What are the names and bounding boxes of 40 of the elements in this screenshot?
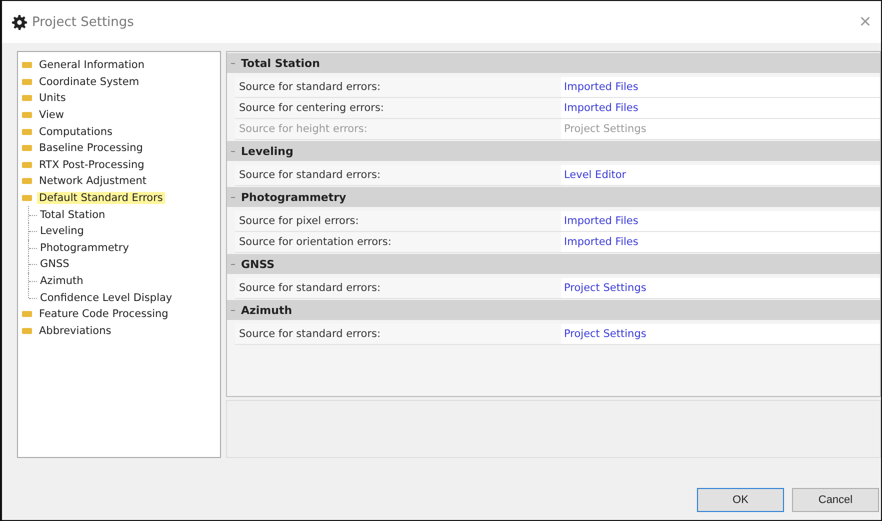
property-value[interactable]: Project Settings: [561, 278, 880, 298]
property-value[interactable]: Imported Files: [561, 77, 880, 97]
tree-item[interactable]: General Information: [37, 59, 146, 72]
tree-item[interactable]: Leveling: [38, 225, 86, 238]
property-value[interactable]: Imported Files: [561, 98, 880, 118]
section-title: GNSS: [241, 258, 275, 270]
section-header[interactable]: GNSS: [227, 254, 880, 274]
section-header[interactable]: Leveling: [227, 141, 880, 161]
tree-item[interactable]: Feature Code Processing: [37, 308, 170, 320]
section-title: Total Station: [241, 56, 320, 70]
tree-item[interactable]: Coordinate System: [37, 76, 142, 88]
tree-item[interactable]: Units: [37, 92, 68, 104]
tree-item[interactable]: Total Station: [38, 208, 108, 221]
tree-item[interactable]: RTX Post-Processing: [37, 158, 146, 171]
ok-button[interactable]: OK: [697, 488, 784, 512]
property-value[interactable]: Imported Files: [561, 211, 880, 231]
tree-item[interactable]: Abbreviations: [37, 324, 114, 337]
tree-item[interactable]: Computations: [37, 126, 114, 138]
folder-icon: [22, 195, 32, 202]
tree-item[interactable]: Confidence Level Display: [38, 292, 174, 304]
section-header[interactable]: Total Station: [227, 53, 880, 73]
tree-item[interactable]: Network Adjustment: [37, 175, 148, 188]
property-value: Project Settings: [561, 119, 880, 139]
tree-item[interactable]: Default Standard Errors: [37, 192, 165, 204]
section-header[interactable]: Photogrammetry: [227, 187, 880, 207]
window-title: Project Settings: [32, 14, 135, 30]
tree-item[interactable]: GNSS: [38, 258, 72, 270]
section-title: Photogrammetry: [241, 190, 346, 204]
tree-item[interactable]: Baseline Processing: [37, 142, 145, 154]
gear-icon: [12, 14, 27, 30]
property-value[interactable]: Level Editor: [561, 165, 880, 185]
tree-item[interactable]: Photogrammetry: [38, 242, 131, 254]
section-title: Azimuth: [241, 304, 292, 316]
tree-item[interactable]: Azimuth: [38, 275, 86, 288]
property-value[interactable]: Project Settings: [561, 324, 880, 344]
section-header[interactable]: Azimuth: [227, 300, 880, 320]
section-title: Leveling: [241, 144, 294, 158]
property-value[interactable]: Imported Files: [561, 232, 880, 252]
tree-item[interactable]: View: [37, 109, 66, 122]
cancel-button[interactable]: Cancel: [792, 488, 879, 512]
